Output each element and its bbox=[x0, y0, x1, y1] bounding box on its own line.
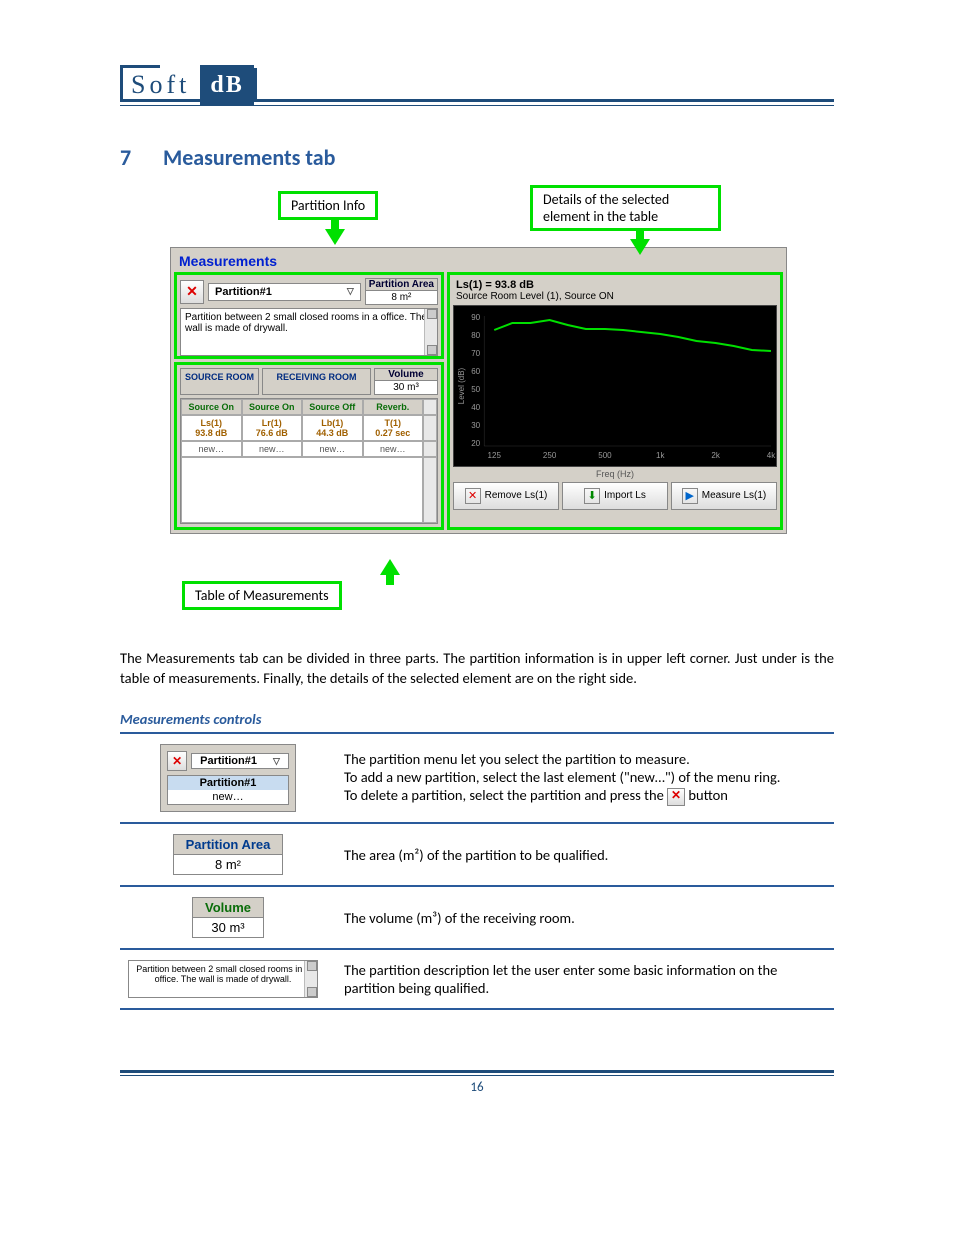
x-icon: ✕ bbox=[465, 488, 481, 504]
svg-text:80: 80 bbox=[471, 331, 480, 340]
volume-label: Volume bbox=[375, 369, 437, 380]
svg-text:50: 50 bbox=[471, 385, 480, 394]
receiving-room-header: RECEIVING ROOM bbox=[262, 368, 371, 395]
scrollbar bbox=[304, 961, 317, 997]
control-description: The partition menu let you select the pa… bbox=[336, 733, 834, 823]
partition-select[interactable]: Partition#1 ▽ bbox=[208, 283, 361, 301]
arrow-icon bbox=[325, 229, 345, 245]
details-frame: Ls(1) = 93.8 dB Source Room Level (1), S… bbox=[447, 272, 783, 530]
table-new[interactable]: new… bbox=[181, 441, 242, 457]
x-axis-label: Freq (Hz) bbox=[450, 469, 780, 479]
page-number: 16 bbox=[120, 1080, 834, 1095]
svg-text:2k: 2k bbox=[711, 451, 720, 460]
table-row[interactable]: Ls(1)93.8 dB bbox=[181, 415, 242, 441]
delete-partition-button[interactable]: ✕ bbox=[180, 280, 204, 304]
measurements-table-frame: SOURCE ROOM RECEIVING ROOM Volume 30 m³ … bbox=[174, 362, 444, 530]
x-icon: ✕ bbox=[667, 788, 685, 806]
import-icon: ⬇ bbox=[584, 488, 600, 504]
table-row[interactable]: T(1)0.27 sec bbox=[363, 415, 424, 441]
brand-logo: Soft dB bbox=[120, 68, 257, 102]
svg-text:60: 60 bbox=[471, 367, 480, 376]
annotated-screenshot: Partition Info Details of the selected e… bbox=[170, 191, 790, 591]
control-illustration: Partition between 2 small closed rooms i… bbox=[128, 960, 318, 998]
control-description: The partition description let the user e… bbox=[336, 949, 834, 1009]
spectrum-chart: 90 80 70 60 50 40 30 20 125 250 500 1k 2k 4k Leve… bbox=[453, 305, 777, 467]
control-illustration: Partition Area 8 m² bbox=[173, 834, 284, 875]
section-number: 7 bbox=[120, 144, 158, 171]
svg-text:40: 40 bbox=[471, 403, 480, 412]
chart-title: Ls(1) = 93.8 dB bbox=[450, 275, 780, 291]
app-window: Measurements ✕ Partition#1 ▽ Partition A… bbox=[170, 247, 787, 534]
measure-button[interactable]: ▶Measure Ls(1) bbox=[671, 482, 777, 510]
subsection-heading: Measurements controls bbox=[120, 710, 834, 728]
partition-select: Partition#1▽ bbox=[191, 753, 289, 769]
control-illustration: ✕ Partition#1▽ Partition#1 new… bbox=[160, 744, 296, 812]
callout-table: Table of Measurements bbox=[182, 581, 342, 610]
table-row[interactable]: Lb(1)44.3 dB bbox=[302, 415, 363, 441]
dropdown-list: Partition#1 new… bbox=[167, 775, 289, 805]
body-paragraph: The Measurements tab can be divided in t… bbox=[120, 649, 834, 688]
measure-icon: ▶ bbox=[682, 488, 698, 504]
table-new[interactable]: new… bbox=[363, 441, 424, 457]
table-new[interactable]: new… bbox=[302, 441, 363, 457]
footer-rule bbox=[120, 1070, 834, 1076]
partition-select-value: Partition#1 bbox=[215, 286, 272, 298]
section-title: Measurements tab bbox=[163, 144, 335, 171]
svg-text:20: 20 bbox=[471, 439, 480, 448]
svg-text:1k: 1k bbox=[656, 451, 665, 460]
controls-table: ✕ Partition#1▽ Partition#1 new… The part… bbox=[120, 732, 834, 1010]
arrow-icon bbox=[380, 559, 400, 575]
section-heading: 7 Measurements tab bbox=[120, 144, 834, 171]
scrollbar[interactable] bbox=[423, 399, 437, 415]
control-description: The area (m²) of the partition to be qua… bbox=[336, 823, 834, 886]
svg-text:125: 125 bbox=[488, 451, 502, 460]
remove-button[interactable]: ✕Remove Ls(1) bbox=[453, 482, 559, 510]
logo-text-soft: Soft bbox=[123, 70, 200, 100]
partition-area-box[interactable]: Partition Area 8 m² bbox=[365, 278, 438, 305]
svg-text:70: 70 bbox=[471, 349, 480, 358]
table-row[interactable]: Lr(1)76.6 dB bbox=[242, 415, 303, 441]
logo-text-db: dB bbox=[200, 65, 253, 105]
source-room-header: SOURCE ROOM bbox=[180, 368, 259, 395]
chart-series bbox=[494, 320, 771, 351]
svg-text:4k: 4k bbox=[767, 451, 776, 460]
dropdown-icon: ▽ bbox=[347, 286, 354, 297]
measurements-table: Source On Source On Source Off Reverb. L… bbox=[180, 398, 438, 524]
partition-area-value: 8 m² bbox=[366, 290, 437, 304]
svg-text:90: 90 bbox=[471, 313, 480, 322]
volume-value: 30 m³ bbox=[375, 380, 437, 394]
table-new[interactable]: new… bbox=[242, 441, 303, 457]
arrow-icon bbox=[630, 239, 650, 255]
dropdown-icon: ▽ bbox=[273, 756, 280, 767]
svg-text:30: 30 bbox=[471, 421, 480, 430]
y-axis-label: Level (dB) bbox=[457, 367, 466, 404]
partition-description[interactable]: Partition between 2 small closed rooms i… bbox=[180, 308, 438, 356]
svg-text:500: 500 bbox=[598, 451, 612, 460]
tab-title: Measurements bbox=[171, 248, 786, 272]
scrollbar[interactable] bbox=[424, 309, 437, 355]
control-description: The volume (m³) of the receiving room. bbox=[336, 886, 834, 949]
import-button[interactable]: ⬇Import Ls bbox=[562, 482, 668, 510]
callout-partition-info: Partition Info bbox=[278, 191, 378, 220]
delete-icon: ✕ bbox=[167, 751, 187, 771]
partition-info-frame: ✕ Partition#1 ▽ Partition Area 8 m² bbox=[174, 272, 444, 359]
volume-box[interactable]: Volume 30 m³ bbox=[374, 368, 438, 395]
partition-area-label: Partition Area bbox=[366, 279, 437, 290]
control-illustration: Volume 30 m³ bbox=[192, 897, 264, 938]
callout-details: Details of the selected element in the t… bbox=[530, 185, 721, 231]
svg-text:250: 250 bbox=[543, 451, 557, 460]
chart-subtitle: Source Room Level (1), Source ON bbox=[450, 291, 780, 305]
